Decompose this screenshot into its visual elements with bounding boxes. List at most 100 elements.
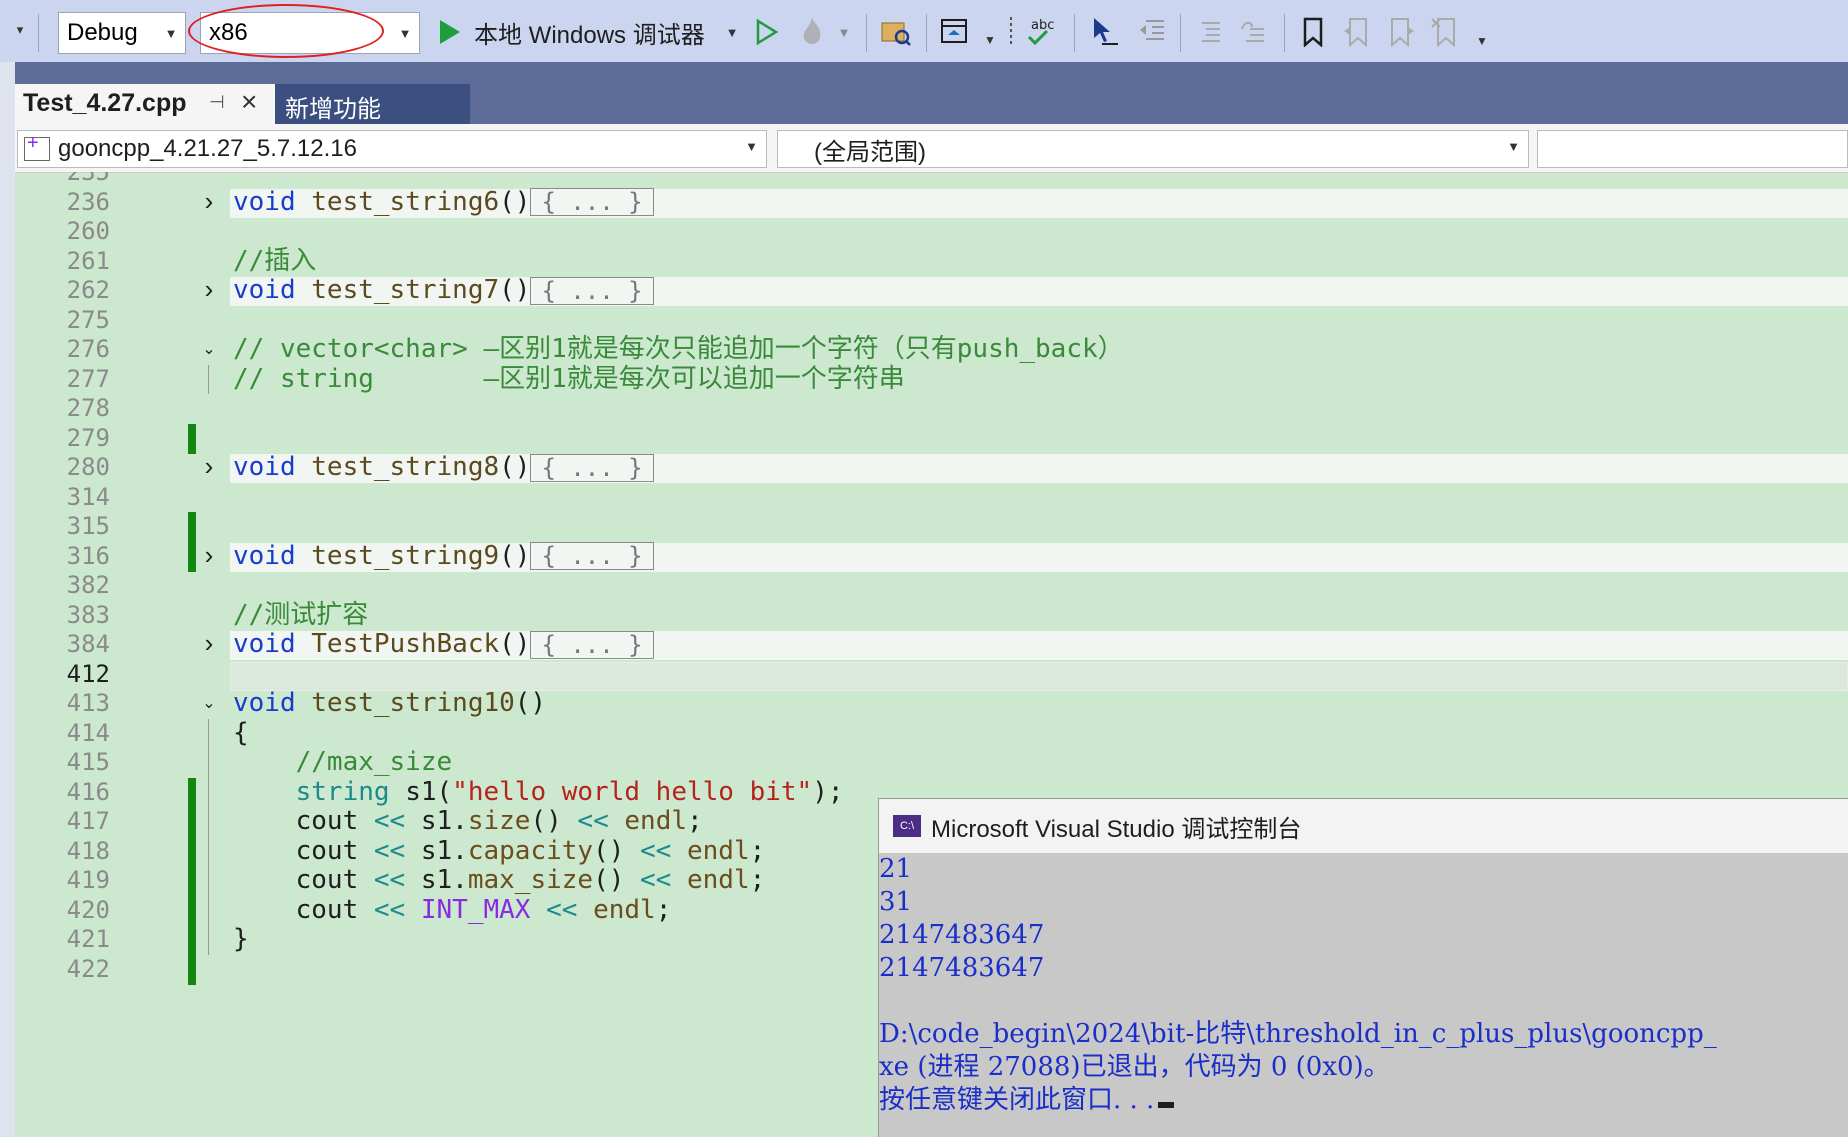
expand-chevron-icon[interactable]: › [200, 542, 218, 568]
project-dropdown[interactable]: + gooncpp_4.21.27_5.7.12.16 ▼ [17, 130, 767, 168]
expand-chevron-icon[interactable]: › [200, 276, 218, 302]
platform-value: x86 [209, 19, 248, 46]
console-title-bar[interactable]: C:\ Microsoft Visual Studio 调试控制台 [879, 799, 1848, 853]
solution-config-dropdown[interactable]: Debug ▼ [58, 12, 186, 54]
toolbar-options-icon[interactable]: ▼ [1474, 30, 1490, 52]
change-indicator [188, 836, 196, 867]
code-token: . [452, 806, 468, 836]
console-line: 按任意键关闭此窗口. . . [879, 1084, 1848, 1117]
bookmark-icon [1303, 17, 1323, 47]
tab-label: Test_4.27.cpp [23, 89, 187, 117]
start-without-debugging-button[interactable] [752, 16, 782, 48]
folder-search-button[interactable] [878, 14, 914, 50]
code-token: << [640, 865, 687, 895]
code-token: << [373, 806, 421, 836]
code-line: cout << s1.size() << endl; [233, 806, 703, 837]
expand-chevron-icon[interactable]: › [200, 453, 218, 479]
outline-guide [208, 364, 209, 394]
chevron-down-icon[interactable]: ▼ [722, 20, 742, 44]
code-line: void TestPushBack(){ ... } [233, 629, 654, 660]
code-token: () [499, 275, 531, 305]
code-token: void [233, 186, 312, 217]
line-number: 279 [66, 423, 110, 452]
code-token: << [373, 835, 421, 866]
console-line: 2147483647 [879, 953, 1045, 983]
uncomment-lines-button[interactable] [1236, 14, 1270, 50]
expand-chevron-icon[interactable]: › [200, 188, 218, 214]
line-number: 419 [66, 866, 110, 894]
debug-target-label[interactable]: 本地 Windows 调试器 [474, 16, 705, 49]
line-number: 280 [66, 453, 110, 481]
code-token: ; [655, 894, 672, 925]
code-token: test_string6 [311, 186, 500, 217]
code-token: string [295, 776, 406, 807]
collapsed-block-ellipsis[interactable]: { ... } [530, 188, 654, 216]
toolbar-separator [926, 14, 927, 52]
code-token: //插入 [233, 245, 317, 276]
window-layout-icon [941, 19, 967, 43]
code-token: << [640, 835, 687, 866]
comment-lines-button[interactable] [1192, 14, 1226, 50]
chevron-down-icon[interactable]: ▼ [982, 28, 998, 52]
outdent-button[interactable] [1134, 14, 1168, 50]
code-token: << [373, 894, 421, 925]
clear-bookmarks-button[interactable] [1428, 14, 1462, 50]
change-indicator [188, 954, 196, 985]
code-token: ( [436, 776, 453, 807]
step-pointer-button[interactable] [1088, 14, 1122, 50]
code-line: //插入 [233, 245, 317, 277]
line-number: 418 [66, 836, 110, 865]
collapsed-block-ellipsis[interactable]: { ... } [530, 542, 654, 570]
line-number: 275 [66, 305, 110, 334]
start-debugging-button[interactable] [436, 16, 464, 48]
member-dropdown[interactable] [1537, 130, 1848, 168]
toolbar-overflow-icon[interactable]: ▾ [10, 20, 30, 40]
previous-bookmark-button[interactable] [1340, 14, 1374, 50]
code-token: { [233, 717, 249, 748]
line-number: 413 [66, 689, 110, 717]
line-number: 421 [66, 925, 110, 953]
code-token: ; [749, 835, 766, 866]
project-icon: + [24, 132, 50, 161]
collapsed-block-ellipsis[interactable]: { ... } [530, 276, 654, 305]
toggle-bookmark-button[interactable] [1296, 14, 1330, 50]
console-line: xe (进程 27088)已退出，代码为 0 (0x0)。 [879, 1052, 1390, 1082]
collapsed-block-ellipsis[interactable]: { ... } [530, 453, 654, 482]
code-token: test_string7 [311, 275, 500, 305]
line-number: 420 [66, 895, 110, 924]
tab-whats-new[interactable]: 新增功能 [275, 84, 470, 124]
code-line: void test_string8(){ ... } [233, 452, 654, 483]
spell-check-button[interactable]: abc [1006, 14, 1058, 50]
next-bookmark-button[interactable] [1384, 14, 1418, 50]
code-token: cout [233, 894, 374, 925]
scope-dropdown[interactable]: (全局范围) ▼ [777, 130, 1529, 168]
line-number: 414 [66, 718, 110, 747]
chevron-down-icon: ▼ [164, 25, 178, 41]
chevron-down-icon[interactable]: ▼ [834, 20, 854, 44]
outdent-icon [1140, 20, 1164, 40]
expand-chevron-icon[interactable]: › [200, 630, 218, 656]
collapse-chevron-icon[interactable]: ⌄ [200, 341, 218, 359]
pin-icon[interactable]: ⊣ [209, 92, 225, 113]
line-number: 422 [66, 954, 110, 983]
window-layout-button[interactable] [938, 14, 972, 50]
comment-icon [1202, 22, 1220, 42]
debug-console-window[interactable]: C:\ Microsoft Visual Studio 调试控制台 21 31 21… [878, 798, 1848, 1137]
code-token: // vector<char> —区别1就是每次只能追加一个字符（只有push_… [233, 334, 1124, 364]
console-line: D:\code_begin\2024\bit-比特\threshold_in_c… [879, 1019, 1717, 1049]
scope-name: (全局范围) [814, 138, 926, 166]
code-token: () [593, 835, 641, 866]
tab-test-file[interactable]: Test_4.27.cpp ⊣ × [15, 84, 275, 124]
console-line: 31 [879, 887, 913, 917]
console-line: 21 [879, 854, 913, 884]
close-icon[interactable]: × [241, 86, 257, 118]
platform-dropdown[interactable]: x86 ▼ [200, 12, 420, 54]
line-number: 416 [66, 777, 110, 806]
code-token: () [530, 806, 578, 836]
outline-guide [208, 718, 209, 955]
code-token: cout [233, 865, 374, 895]
code-token: endl [687, 865, 750, 895]
collapse-chevron-icon[interactable]: ⌄ [200, 695, 218, 713]
collapsed-block-ellipsis[interactable]: { ... } [530, 630, 654, 659]
hot-reload-button[interactable] [796, 14, 828, 50]
